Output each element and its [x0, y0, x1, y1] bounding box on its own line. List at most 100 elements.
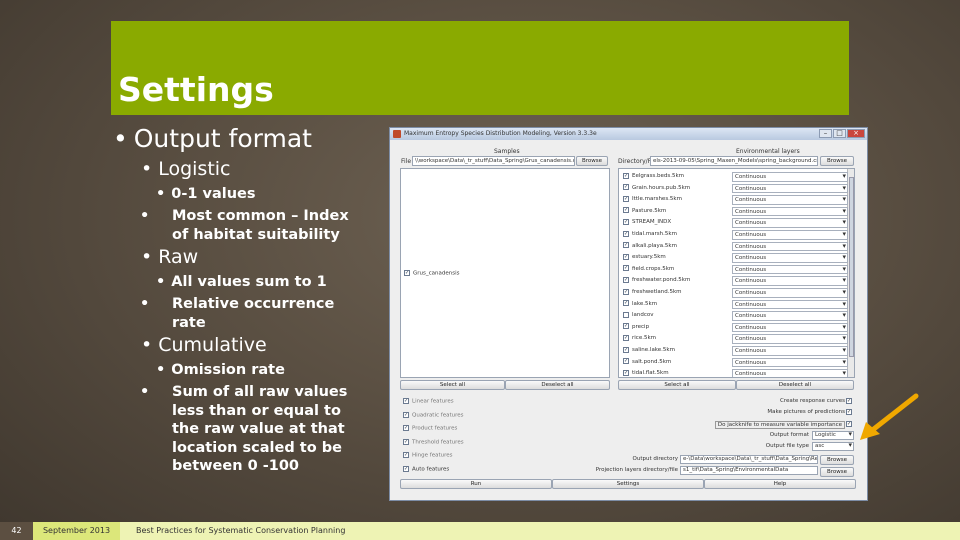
layer-type-select[interactable]: Continuous	[732, 264, 848, 275]
layer-row[interactable]: ✓ rice.5km Continuous	[619, 333, 854, 345]
checkbox-icon[interactable]: ✓	[403, 452, 409, 458]
checkbox-icon[interactable]: ✓	[623, 218, 629, 225]
checkbox-icon[interactable]: ✓	[404, 270, 410, 276]
layer-type-select[interactable]: Continuous	[732, 241, 848, 252]
layer-type-select[interactable]: Continuous	[732, 172, 848, 182]
run-button[interactable]: Run	[400, 479, 552, 489]
checkbox-icon[interactable]: ✓	[403, 398, 409, 404]
layer-type-select[interactable]: Continuous	[732, 322, 848, 333]
layer-label: ✓ saline.lake.5km	[623, 346, 675, 353]
env-browse-button[interactable]: Browse	[820, 156, 854, 166]
layer-type-select[interactable]: Continuous	[732, 311, 848, 321]
projection-input[interactable]: s1_tif\Data_Spring\EnvironmentalData	[680, 466, 818, 475]
checkbox-icon[interactable]: ✓	[623, 323, 629, 330]
samples-deselect-all-button[interactable]: Deselect all	[505, 380, 610, 390]
samples-list: ✓ Grus_canadensis	[400, 168, 610, 378]
checkbox-icon[interactable]: ✓	[623, 230, 629, 237]
feature-checkbox[interactable]: ✓ Quadratic features	[403, 411, 464, 418]
sample-item[interactable]: ✓ Grus_canadensis	[404, 270, 460, 277]
layer-row[interactable]: ✓ freshwetland.5km Continuous	[619, 287, 854, 299]
checkbox-icon[interactable]: ✓	[623, 172, 629, 179]
layer-row[interactable]: ✓ Grain.hours.pub.5km Continuous	[619, 183, 854, 195]
layer-type-select[interactable]: Continuous	[732, 230, 848, 240]
checkbox-icon[interactable]: ✓	[403, 425, 409, 431]
feature-checkbox[interactable]: ✓ Auto features	[403, 465, 449, 472]
layer-row[interactable]: ✓ field.crops.5km Continuous	[619, 264, 854, 276]
layer-type-select[interactable]: Continuous	[732, 299, 848, 310]
checkbox-icon[interactable]: ✓	[623, 369, 629, 376]
checkbox-icon[interactable]: ✓	[623, 276, 629, 283]
minimize-icon[interactable]: –	[819, 129, 832, 138]
response-curves-checkbox[interactable]: ✓	[846, 398, 852, 404]
layer-type-select[interactable]: Continuous	[732, 206, 848, 217]
output-browse-button[interactable]: Browse	[820, 455, 854, 465]
feature-checkbox[interactable]: ✓ Linear features	[403, 398, 454, 405]
layer-row[interactable]: ✓ Ittle.marshes.5km Continuous	[619, 194, 854, 206]
checkbox-icon[interactable]: ✓	[623, 184, 629, 191]
bullet-cumulative-1: • Omission rate	[156, 362, 285, 378]
bullet-output-format: • Output format	[113, 124, 312, 153]
env-dir-input[interactable]: els-2013-09-05\Spring_Maxen_Models\sprin…	[650, 156, 818, 166]
checkbox-icon[interactable]: ✓	[623, 346, 629, 353]
feature-checkbox[interactable]: ✓ Threshold features	[403, 438, 464, 445]
layers-select-all-button[interactable]: Select all	[618, 380, 736, 390]
maximize-icon[interactable]: □	[833, 129, 846, 138]
output-format-select[interactable]: Logistic ▾	[812, 431, 854, 440]
pictures-checkbox[interactable]: ✓	[846, 409, 852, 415]
close-icon[interactable]: ×	[847, 129, 865, 138]
checkbox-icon[interactable]: ✓	[623, 195, 629, 202]
checkbox-icon[interactable]: ✓	[623, 300, 629, 307]
layer-row[interactable]: ✓ tidal.marsh.5km Continuous	[619, 229, 854, 241]
layer-type-select[interactable]: Continuous	[732, 288, 848, 298]
layer-type-select[interactable]: Continuous	[732, 276, 848, 286]
checkbox-icon[interactable]: ✓	[623, 253, 629, 260]
checkbox-icon[interactable]: ✓	[623, 242, 629, 249]
layer-type-select[interactable]: Continuous	[732, 183, 848, 194]
checkbox-icon[interactable]: ✓	[623, 358, 629, 365]
settings-button[interactable]: Settings	[552, 479, 704, 489]
layer-type-select[interactable]: Continuous	[732, 195, 848, 205]
layer-row[interactable]: ✓ STREAM_INDX Continuous	[619, 217, 854, 229]
layer-label: ✓ lake.5km	[623, 300, 658, 307]
help-button[interactable]: Help	[704, 479, 856, 489]
jackknife-checkbox[interactable]: ✓	[846, 421, 852, 427]
layer-type-select[interactable]: Continuous	[732, 253, 848, 263]
checkbox-icon[interactable]: ✓	[623, 207, 629, 214]
layer-row[interactable]: ✓ estuary.5km Continuous	[619, 252, 854, 264]
layer-row[interactable]: ✓ Pasture.5km Continuous	[619, 206, 854, 218]
layer-row[interactable]: ✓ freshwater.pond.5km Continuous	[619, 275, 854, 287]
layer-label: ✓ Ittle.marshes.5km	[623, 195, 682, 203]
samples-select-all-button[interactable]: Select all	[400, 380, 505, 390]
layer-row[interactable]: ✓ salt.pond.5km Continuous	[619, 357, 854, 369]
layer-row[interactable]: ✓ lake.5km Continuous	[619, 299, 854, 311]
checkbox-icon[interactable]: ✓	[623, 334, 629, 341]
checkbox-icon[interactable]: ✓	[623, 265, 629, 272]
checkbox-icon[interactable]: ✓	[403, 411, 409, 418]
layer-type-select[interactable]: Continuous	[732, 346, 848, 356]
feature-checkbox[interactable]: ✓ Hinge features	[403, 452, 453, 459]
samples-header: Samples	[494, 148, 520, 155]
layer-type-select[interactable]: Continuous	[732, 369, 848, 377]
feature-checkbox[interactable]: ✓ Product features	[403, 425, 457, 432]
page-number: 42	[0, 522, 33, 540]
layer-row[interactable]: ✓ saline.lake.5km Continuous	[619, 345, 854, 357]
bullet-logistic-2: • Most common – Index of habitat suitabil…	[140, 208, 349, 243]
layer-row[interactable]: landcov Continuous	[619, 310, 854, 322]
projection-browse-button[interactable]: Browse	[820, 467, 854, 477]
layer-row[interactable]: ✓ tidal.flat.5km Continuous	[619, 368, 854, 377]
layer-type-select[interactable]: Continuous	[732, 357, 848, 368]
samples-file-input[interactable]: \\workspace\Data\_tr_stuff\Data_Spring\G…	[412, 156, 575, 166]
layer-type-select[interactable]: Continuous	[732, 334, 848, 344]
checkbox-icon[interactable]: ✓	[623, 288, 629, 295]
checkbox-icon[interactable]: ✓	[403, 465, 409, 472]
samples-browse-button[interactable]: Browse	[576, 156, 608, 166]
layer-row[interactable]: ✓ precip Continuous	[619, 322, 854, 334]
output-file-type-select[interactable]: asc ▾	[812, 442, 854, 451]
checkbox-icon[interactable]: ✓	[403, 438, 409, 445]
layer-row[interactable]: ✓ alkali.playa.5km Continuous	[619, 241, 854, 253]
layers-deselect-all-button[interactable]: Deselect all	[736, 380, 854, 390]
output-dir-input[interactable]: e-\Data\workspace\Data\_tr_stuff\Data_Sp…	[680, 455, 818, 464]
layer-row[interactable]: ✓ Eelgrass.beds.5km Continuous	[619, 171, 854, 183]
layer-type-select[interactable]: Continuous	[732, 218, 848, 228]
checkbox-icon[interactable]	[623, 311, 629, 318]
